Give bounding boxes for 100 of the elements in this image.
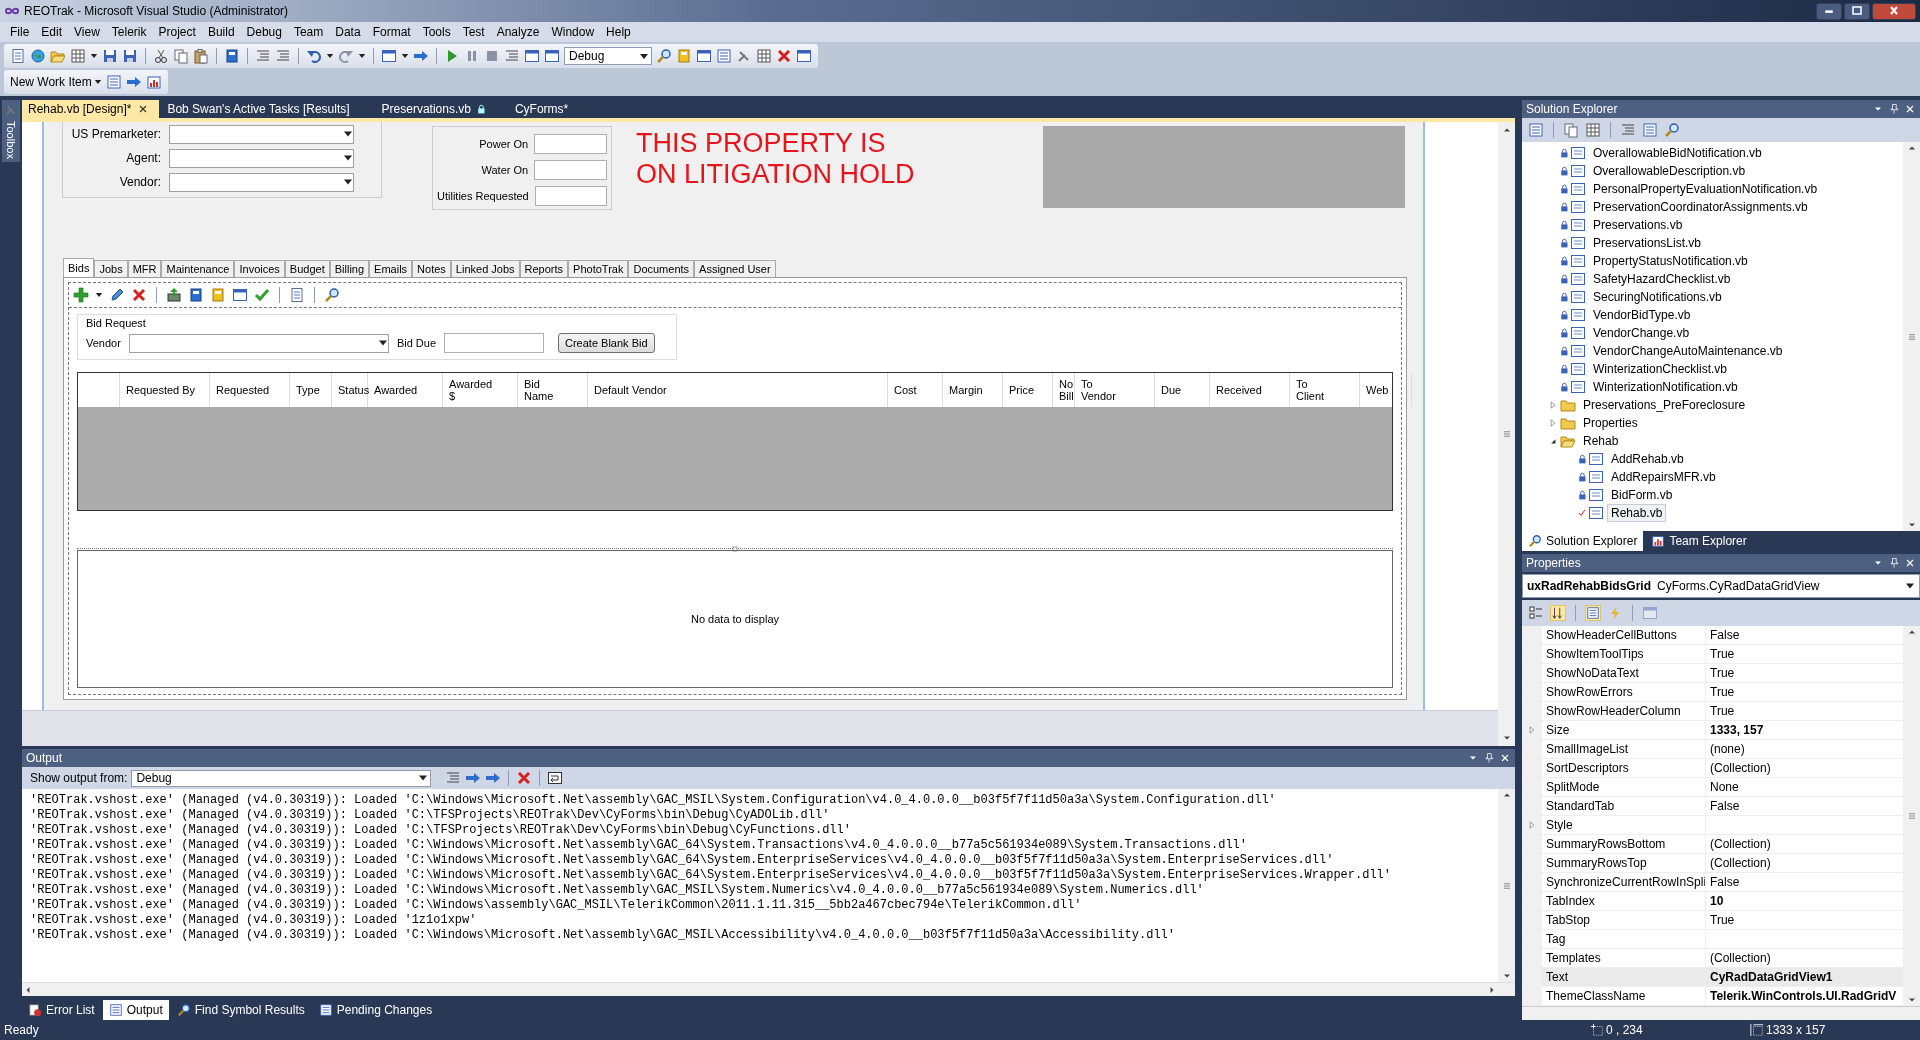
window-icon[interactable] <box>381 48 397 64</box>
tree-item[interactable]: PreservationCoordinatorAssignments.vb <box>1589 198 1812 216</box>
tab[interactable]: PhotoTrak <box>568 260 629 277</box>
window-icon[interactable] <box>232 287 248 303</box>
pin-icon[interactable] <box>1888 103 1900 115</box>
lines-icon[interactable] <box>255 48 271 64</box>
combo-box[interactable] <box>169 172 354 192</box>
floppy-icon[interactable] <box>122 48 138 64</box>
notebook-icon[interactable] <box>210 287 226 303</box>
list-icon[interactable] <box>1528 122 1544 138</box>
document-icon[interactable] <box>10 48 26 64</box>
open-folder-icon[interactable] <box>50 48 66 64</box>
tree-item[interactable]: SecuringNotifications.vb <box>1589 288 1726 306</box>
window-icon[interactable] <box>796 48 812 64</box>
tree-item[interactable]: Preservations_PreForeclosure <box>1579 396 1750 414</box>
tree-item[interactable]: Rehab <box>1579 432 1623 450</box>
tree-item[interactable]: PersonalPropertyEvaluationNotification.vb <box>1589 180 1822 198</box>
tab[interactable]: Reports <box>519 260 569 277</box>
list-icon[interactable] <box>1585 605 1601 621</box>
scissors-icon[interactable] <box>153 48 169 64</box>
menu-item[interactable]: Team <box>287 25 330 39</box>
horizontal-scrollbar[interactable] <box>22 982 1515 996</box>
list-icon[interactable] <box>1642 122 1658 138</box>
vertical-scrollbar[interactable] <box>1498 122 1515 746</box>
tree-item[interactable]: OverallowableDescription.vb <box>1589 162 1750 180</box>
pencil-icon[interactable] <box>109 287 125 303</box>
menu-item[interactable]: Telerik <box>105 25 153 39</box>
floppy-icon[interactable] <box>102 48 118 64</box>
tab[interactable]: Billing <box>329 260 370 277</box>
check-icon[interactable] <box>254 287 270 303</box>
search-icon[interactable] <box>656 48 672 64</box>
close-icon[interactable] <box>1499 752 1511 764</box>
input-field[interactable] <box>534 160 607 180</box>
tree-item[interactable]: Rehab.vb <box>1607 504 1667 522</box>
pin-icon[interactable] <box>1888 557 1900 569</box>
tab[interactable]: Notes <box>412 260 451 277</box>
menu-item[interactable]: Test <box>456 25 491 39</box>
tree-item[interactable]: BidForm.vb <box>1607 486 1677 504</box>
caret-icon[interactable] <box>90 53 98 59</box>
tree-item[interactable]: Properties <box>1579 414 1642 432</box>
list-icon[interactable] <box>716 48 732 64</box>
arrow-icon[interactable] <box>485 770 502 786</box>
document-icon[interactable] <box>289 287 305 303</box>
property-value[interactable]: 10 <box>1706 892 1903 910</box>
tab[interactable]: Linked Jobs <box>450 260 520 277</box>
list-icon[interactable] <box>105 74 122 90</box>
property-value[interactable]: True <box>1706 911 1903 929</box>
tree-item[interactable]: AddRehab.vb <box>1607 450 1688 468</box>
splitter-handle-icon[interactable] <box>731 545 739 553</box>
tree-item[interactable]: VendorBidType.vb <box>1589 306 1695 324</box>
input-field[interactable] <box>444 333 544 353</box>
input-field[interactable] <box>534 134 607 154</box>
toolbox-tab[interactable]: Toolbox <box>2 100 20 162</box>
close-icon[interactable] <box>1904 557 1916 569</box>
tree-item[interactable]: AddRepairsMFR.vb <box>1607 468 1720 486</box>
globe-icon[interactable] <box>30 48 46 64</box>
document-tab[interactable]: Rehab.vb [Design]* <box>22 100 160 118</box>
lines-icon[interactable] <box>1620 122 1636 138</box>
collapse-arrow-icon[interactable] <box>1548 436 1558 446</box>
vertical-scrollbar[interactable] <box>1903 142 1920 531</box>
window-icon[interactable] <box>696 48 712 64</box>
bar-chart-icon[interactable] <box>145 74 162 90</box>
tree-item[interactable]: Preservations.vb <box>1589 216 1687 234</box>
property-value[interactable]: (Collection) <box>1706 759 1903 777</box>
tab[interactable]: Emails <box>369 260 413 277</box>
menu-item[interactable]: Build <box>201 25 241 39</box>
caret-icon[interactable] <box>358 53 366 59</box>
panel-tab[interactable]: Find Symbol Results <box>170 1000 311 1020</box>
property-value[interactable]: Telerik.WinControls.UI.RadGridV <box>1706 987 1903 1005</box>
document-tab[interactable]: CyForms* <box>508 100 593 118</box>
property-value[interactable]: False <box>1706 797 1903 815</box>
property-value[interactable]: (none) <box>1706 740 1903 758</box>
menu-item[interactable]: Data <box>329 25 367 39</box>
tab[interactable]: MFR <box>127 260 162 277</box>
grid-icon[interactable] <box>756 48 772 64</box>
tab[interactable]: Documents <box>628 260 695 277</box>
tab[interactable]: Budget <box>284 260 330 277</box>
menu-item[interactable]: Edit <box>35 25 69 39</box>
arrow-icon[interactable] <box>125 74 142 90</box>
sort-icon[interactable] <box>1550 605 1566 621</box>
tree-item[interactable]: WinterizationNotification.vb <box>1589 378 1742 396</box>
notebook-icon[interactable] <box>676 48 692 64</box>
panel-tab[interactable]: Error List <box>22 1000 101 1020</box>
tab[interactable]: Invoices <box>234 260 285 277</box>
caret-icon[interactable] <box>401 53 409 59</box>
output-source-dropdown[interactable]: Debug <box>131 769 432 787</box>
menu-item[interactable]: Help <box>600 25 637 39</box>
search-icon[interactable] <box>1664 122 1680 138</box>
caret-icon[interactable] <box>326 53 334 59</box>
tab[interactable]: Maintenance <box>161 260 235 277</box>
plus-icon[interactable] <box>73 287 89 303</box>
panel-tab[interactable]: Solution Explorer <box>1522 531 1644 551</box>
caret-icon[interactable] <box>95 292 103 298</box>
stop-icon[interactable] <box>484 48 500 64</box>
close-button[interactable] <box>1872 2 1916 20</box>
window-icon[interactable] <box>524 48 540 64</box>
property-value[interactable]: True <box>1706 664 1903 682</box>
arrow-icon[interactable] <box>413 48 429 64</box>
input-field[interactable] <box>534 186 607 206</box>
property-value[interactable]: False <box>1706 873 1903 891</box>
